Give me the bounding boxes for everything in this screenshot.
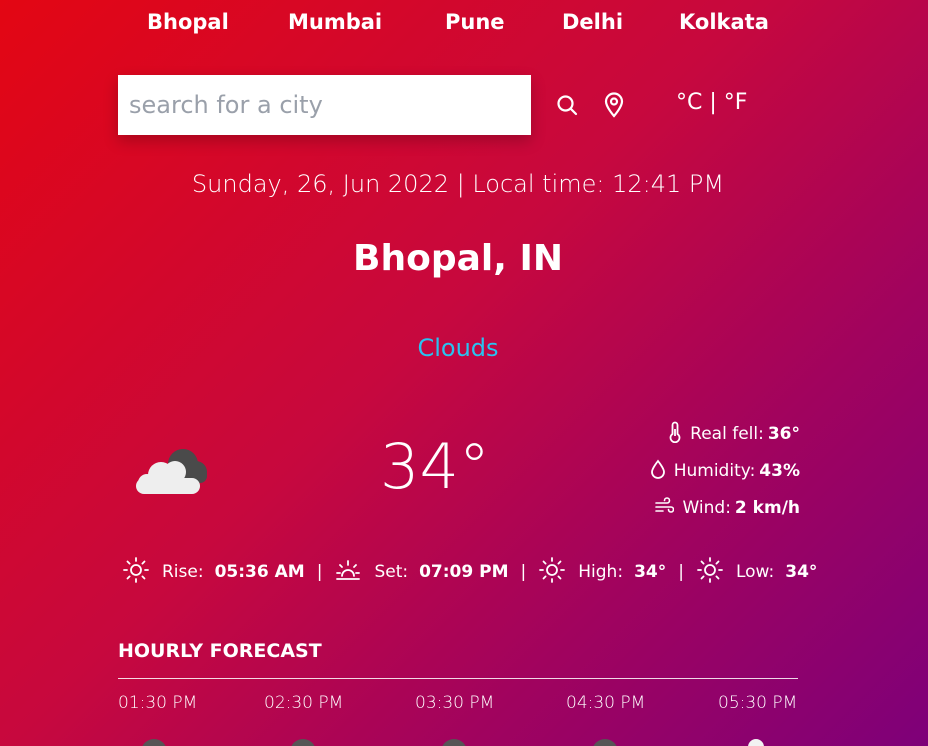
location-pin-icon[interactable] xyxy=(603,92,625,122)
sunset-icon xyxy=(334,556,374,589)
hourly-time: 02:30 PM xyxy=(264,693,344,713)
humidity-value: 43% xyxy=(759,461,800,481)
real-feel-row: Real fell: 36° xyxy=(668,421,800,448)
wind-icon xyxy=(654,496,682,520)
city-nav: Bhopal Mumbai Pune Delhi Kolkata xyxy=(118,8,798,44)
hourly-time: 04:30 PM xyxy=(566,693,646,713)
city-link-pune[interactable]: Pune xyxy=(445,10,505,34)
droplet-icon xyxy=(650,459,674,484)
clouds-icon xyxy=(441,739,467,746)
city-link-mumbai[interactable]: Mumbai xyxy=(288,10,382,34)
sun-icon xyxy=(122,556,162,589)
wind-label: Wind: xyxy=(682,498,731,518)
hourly-forecast-title: HOURLY FORECAST xyxy=(118,640,322,662)
separator: | xyxy=(316,562,323,582)
high-label: High: xyxy=(578,562,624,582)
city-link-bhopal[interactable]: Bhopal xyxy=(147,10,229,34)
real-feel-label: Real fell: xyxy=(690,424,764,444)
temperature: 34° xyxy=(380,430,490,503)
low-item: Low: 34° xyxy=(696,556,817,589)
hourly-time: 05:30 PM xyxy=(718,693,798,713)
celsius-button[interactable]: °C xyxy=(676,90,702,115)
location-title: Bhopal, IN xyxy=(353,238,563,279)
unit-separator: | xyxy=(709,90,717,115)
sunrise-item: Rise: 05:36 AM xyxy=(122,556,305,589)
high-item: High: 34° xyxy=(538,556,666,589)
wind-value: 2 km/h xyxy=(734,498,800,518)
wind-row: Wind: 2 km/h xyxy=(654,496,800,520)
clouds-icon xyxy=(748,739,764,746)
sun-info-row: Rise: 05:36 AM | Set: 07:09 PM | High: 3… xyxy=(122,556,817,589)
humidity-label: Humidity: xyxy=(673,461,756,481)
sunset-value: 07:09 PM xyxy=(419,562,509,582)
low-value: 34° xyxy=(785,562,818,582)
sunset-item: Set: 07:09 PM xyxy=(334,556,509,589)
humidity-row: Humidity: 43% xyxy=(650,459,800,483)
city-link-kolkata[interactable]: Kolkata xyxy=(679,10,769,34)
weather-condition: Clouds xyxy=(417,334,499,362)
search-box xyxy=(118,75,531,135)
separator: | xyxy=(678,562,684,582)
search-input[interactable] xyxy=(118,75,531,135)
divider xyxy=(118,678,798,679)
search-icon[interactable] xyxy=(555,93,579,121)
sunrise-value: 05:36 AM xyxy=(214,562,305,582)
real-feel-value: 36° xyxy=(767,424,800,444)
clouds-icon xyxy=(290,739,316,746)
hourly-time: 01:30 PM xyxy=(118,693,198,713)
clouds-icon xyxy=(592,739,618,746)
sunrise-label: Rise: xyxy=(162,562,204,582)
city-link-delhi[interactable]: Delhi xyxy=(562,10,623,34)
hourly-time: 03:30 PM xyxy=(415,693,495,713)
clouds-icon xyxy=(141,739,167,746)
thermometer-icon xyxy=(668,421,690,448)
sun-icon xyxy=(538,556,578,589)
clouds-icon xyxy=(133,442,213,502)
fahrenheit-button[interactable]: °F xyxy=(724,90,748,115)
date-time: Sunday, 26, Jun 2022 | Local time: 12:41… xyxy=(191,170,725,198)
high-value: 34° xyxy=(634,562,667,582)
low-label: Low: xyxy=(735,562,775,582)
unit-toggle: °C | °F xyxy=(676,90,747,115)
sun-icon xyxy=(696,556,736,589)
separator: | xyxy=(520,562,527,582)
sunset-label: Set: xyxy=(374,562,409,582)
